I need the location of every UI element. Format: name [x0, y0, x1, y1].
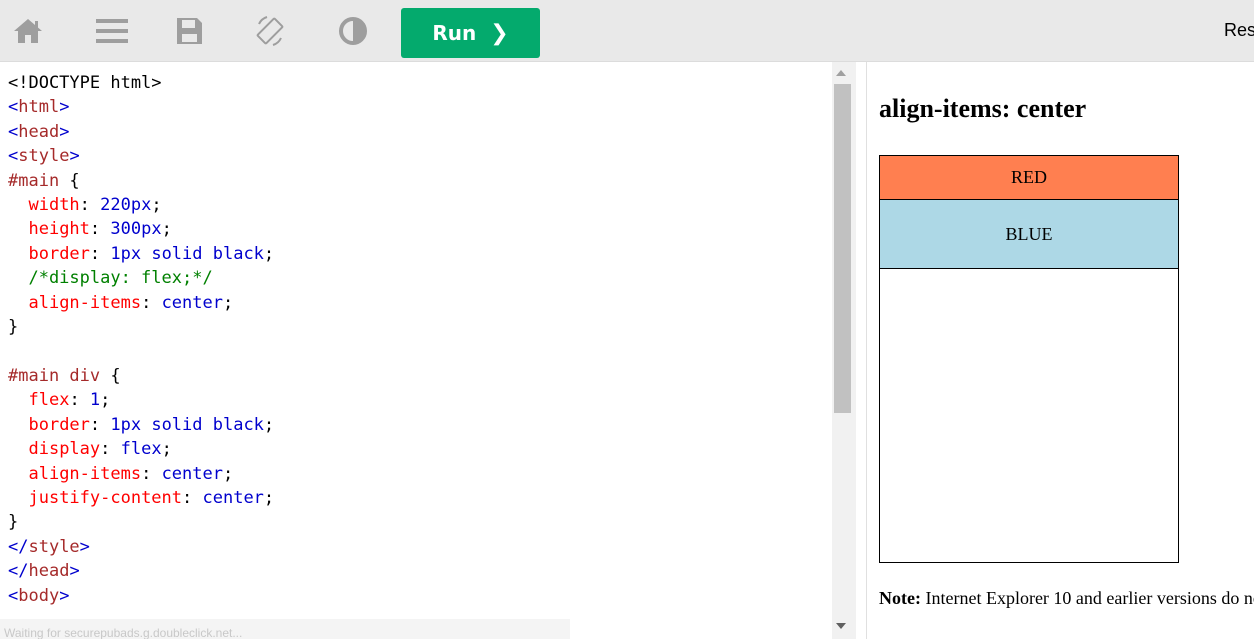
- scroll-up-arrow-icon[interactable]: [836, 70, 846, 76]
- contrast-icon[interactable]: [336, 14, 370, 48]
- scroll-thumb[interactable]: [834, 84, 851, 413]
- demo-container: RED BLUE: [879, 155, 1179, 563]
- code-editor[interactable]: <!DOCTYPE html> <html> <head> <style> #m…: [0, 62, 856, 639]
- note-body: Internet Explorer 10 and earlier version…: [925, 588, 1254, 608]
- editor-scrollbar[interactable]: [832, 62, 856, 639]
- note-bold: Note:: [879, 588, 921, 608]
- note-text: Note: Internet Explorer 10 and earlier v…: [879, 588, 1254, 609]
- run-button[interactable]: Run ❯: [401, 8, 540, 58]
- home-icon[interactable]: [11, 14, 45, 48]
- result-size-label: Res: [1224, 20, 1254, 40]
- blue-box: BLUE: [879, 199, 1179, 269]
- scroll-down-arrow-icon[interactable]: [836, 623, 846, 629]
- chevron-right-icon: ❯: [490, 20, 509, 46]
- toolbar: Run ❯ Res: [0, 0, 1254, 62]
- code-text[interactable]: <!DOCTYPE html> <html> <head> <style> #m…: [8, 71, 274, 608]
- result-pane: align-items: center RED BLUE Note: Inter…: [866, 62, 1254, 639]
- status-bar: Waiting for securepubads.g.doubleclick.n…: [0, 619, 570, 639]
- rotate-icon[interactable]: [253, 14, 287, 48]
- menu-icon[interactable]: [95, 14, 129, 48]
- red-box: RED: [879, 155, 1179, 200]
- save-icon[interactable]: [172, 14, 206, 48]
- result-title: align-items: center: [879, 94, 1087, 123]
- run-button-label: Run: [432, 21, 477, 45]
